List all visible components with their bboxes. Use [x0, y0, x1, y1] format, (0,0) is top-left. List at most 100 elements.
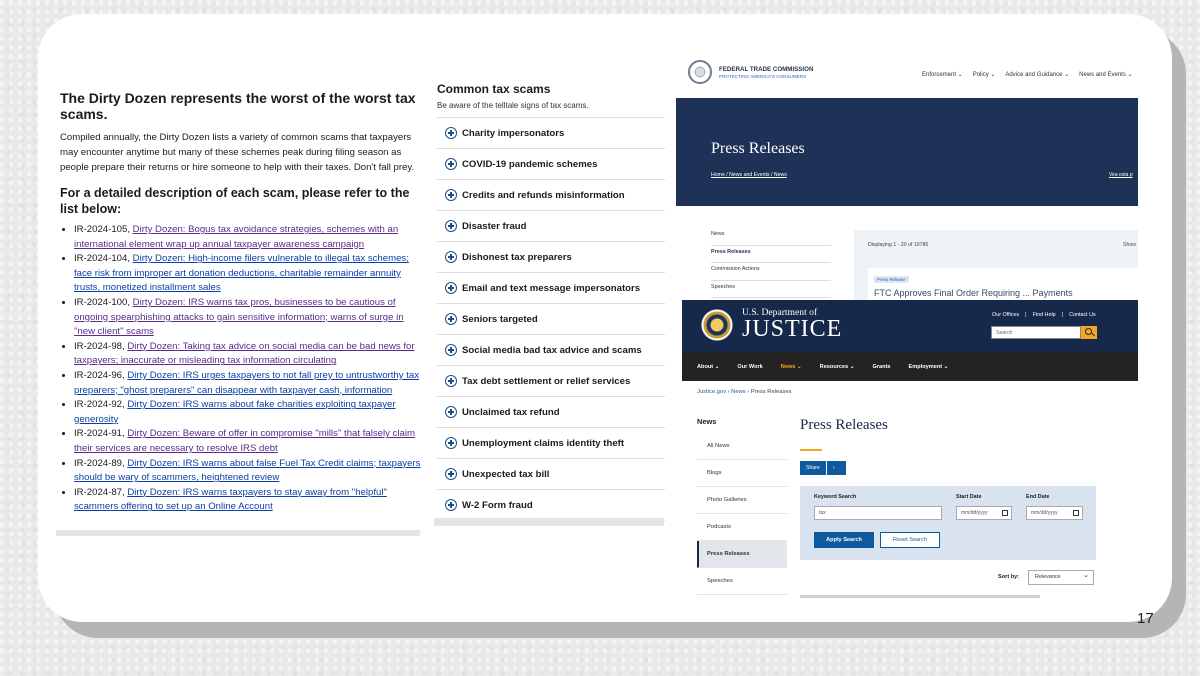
plus-circle-icon — [445, 313, 457, 325]
ftc-sidebar-item[interactable]: Speeches — [711, 281, 831, 298]
doj-sidebar-item[interactable]: Press Releases — [697, 541, 787, 568]
doj-logo-text: JUSTICE — [742, 316, 843, 342]
list-item: IR-2024-104, Dirty Dozen: High-income fi… — [74, 252, 422, 296]
list-item: IR-2024-91, Dirty Dozen: Beware of offer… — [74, 427, 422, 456]
doj-sidebar-item[interactable]: Photo Galleries — [697, 487, 787, 514]
doj-utility-links: Our Offices | Find Help | Contact Us — [992, 312, 1096, 318]
ftc-nav-item[interactable]: News and Events ⌄ — [1079, 71, 1132, 78]
doj-util-separator: | — [1061, 312, 1064, 318]
accordion-item[interactable]: Seniors targeted — [437, 304, 665, 335]
doj-sidebar-item[interactable]: All News — [697, 433, 787, 460]
breadcrumb-home[interactable]: Justice.gov — [697, 389, 726, 395]
accordion-item[interactable]: Unclaimed tax refund — [437, 397, 665, 428]
irs-list: IR-2024-105, Dirty Dozen: Bogus tax avoi… — [60, 223, 422, 515]
plus-circle-icon — [445, 406, 457, 418]
end-date-label: End Date — [1026, 494, 1050, 500]
doj-nav-item[interactable]: Resources ⌄ — [820, 364, 855, 370]
irs-heading: The Dirty Dozen represents the worst of … — [60, 90, 416, 122]
accordion-item[interactable]: Email and text message impersonators — [437, 273, 665, 304]
doj-header: U.S. Department of JUSTICE Our Offices |… — [682, 300, 1138, 352]
scams-title: Common tax scams — [437, 82, 551, 96]
accordion-item[interactable]: W-2 Form fraud — [437, 490, 665, 521]
slide-number: 17 — [1137, 610, 1154, 627]
doj-page-title: Press Releases — [800, 417, 888, 433]
ftc-type-badge: Press Release — [874, 276, 909, 283]
plus-circle-icon — [445, 127, 457, 139]
doj-nav-item[interactable]: News ⌄ — [781, 364, 802, 370]
accordion-item[interactable]: Unexpected tax bill — [437, 459, 665, 490]
doj-nav-item[interactable]: Our Work — [737, 364, 762, 370]
doj-sidebar-item[interactable]: Podcasts — [697, 514, 787, 541]
ftc-sidebar-item[interactable]: Press Releases — [711, 246, 831, 263]
doj-util-link[interactable]: Find Help — [1033, 312, 1056, 318]
doj-search-form: Keyword Search tax Start Date mm/dd/yyyy… — [800, 486, 1096, 560]
accordion-item[interactable]: Credits and refunds misinformation — [437, 180, 665, 211]
doj-sidebar-heading: News — [697, 417, 717, 426]
doj-nav-item[interactable]: Grants — [873, 364, 891, 370]
list-item: IR-2024-96, Dirty Dozen: IRS urges taxpa… — [74, 369, 422, 398]
doj-nav-item[interactable]: Employment ⌄ — [909, 364, 949, 370]
scams-accordion: Charity impersonators COVID-19 pandemic … — [437, 117, 665, 521]
ftc-language-link[interactable]: Vea esta p — [1109, 172, 1133, 178]
end-date-input[interactable]: mm/dd/yyyy — [1026, 506, 1083, 520]
plus-circle-icon — [445, 499, 457, 511]
accordion-item[interactable]: Unemployment claims identity theft — [437, 428, 665, 459]
chevron-right-icon: › — [825, 461, 841, 475]
ftc-result-headline[interactable]: FTC Approves Final Order Requiring ... P… — [874, 288, 1073, 298]
ftc-sidebar: News Press Releases Commission Actions S… — [711, 228, 831, 298]
doj-nav-item[interactable]: About ⌄ — [697, 364, 719, 370]
reset-search-button[interactable]: Reset Search — [880, 532, 940, 548]
keyword-input[interactable]: tax — [814, 506, 942, 520]
apply-search-button[interactable]: Apply Search — [814, 532, 874, 548]
plus-circle-icon — [445, 282, 457, 294]
ftc-nav: Enforcement ⌄ Policy ⌄ Advice and Guidan… — [922, 71, 1133, 78]
doj-sidebar-item[interactable]: Speeches — [697, 568, 787, 595]
doj-util-link[interactable]: Our Offices — [992, 312, 1019, 318]
sort-select[interactable]: Relevance — [1028, 569, 1094, 585]
accordion-item[interactable]: Disaster fraud — [437, 211, 665, 242]
doj-search-input[interactable]: Search — [991, 326, 1081, 339]
ftc-nav-item[interactable]: Advice and Guidance ⌄ — [1005, 71, 1069, 78]
plus-circle-icon — [445, 437, 457, 449]
scams-subtitle: Be aware of the telltale signs of tax sc… — [437, 101, 589, 110]
start-date-input[interactable]: mm/dd/yyyy — [956, 506, 1012, 520]
doj-seal-icon — [698, 306, 736, 344]
accordion-item[interactable]: Social media bad tax advice and scams — [437, 335, 665, 366]
irs-dirty-dozen-panel: The Dirty Dozen represents the worst of … — [60, 90, 422, 515]
sort-label: Sort by: — [998, 574, 1020, 580]
ftc-result-count: Displaying 1 - 20 of 10786 — [868, 242, 929, 248]
ftc-show-label: Show — [1123, 242, 1136, 248]
search-icon[interactable] — [1081, 326, 1097, 339]
calendar-icon — [1073, 510, 1079, 516]
start-date-label: Start Date — [956, 494, 982, 500]
accordion-item[interactable]: Tax debt settlement or relief services — [437, 366, 665, 397]
keyword-label: Keyword Search — [814, 494, 857, 500]
ftc-nav-item[interactable]: Policy ⌄ — [973, 71, 996, 78]
calendar-icon — [1002, 510, 1008, 516]
ftc-sidebar-item[interactable]: News — [711, 228, 831, 246]
list-item: IR-2024-87, Dirty Dozen: IRS warns taxpa… — [74, 486, 422, 515]
list-item: IR-2024-100, Dirty Dozen: IRS warns tax … — [74, 296, 422, 340]
ftc-seal-icon — [688, 60, 712, 84]
accordion-item[interactable]: Charity impersonators — [437, 118, 665, 149]
accordion-item[interactable]: COVID-19 pandemic schemes — [437, 149, 665, 180]
accordion-item[interactable]: Dishonest tax preparers — [437, 242, 665, 273]
plus-circle-icon — [445, 375, 457, 387]
breadcrumb-news[interactable]: News — [731, 389, 746, 395]
ftc-page-title: Press Releases — [711, 140, 805, 157]
ftc-header: FEDERAL TRADE COMMISSION PROTECTING AMER… — [676, 52, 1138, 98]
doj-sidebar-item[interactable]: Blogs — [697, 460, 787, 487]
plus-circle-icon — [445, 189, 457, 201]
doj-util-link[interactable]: Contact Us — [1069, 312, 1096, 318]
common-tax-scams-panel: Common tax scams Be aware of the telltal… — [437, 82, 665, 521]
list-item: IR-2024-105, Dirty Dozen: Bogus tax avoi… — [74, 223, 422, 252]
ftc-nav-item[interactable]: Enforcement ⌄ — [922, 71, 963, 78]
ftc-sidebar-item[interactable]: Commission Actions — [711, 263, 831, 281]
plus-circle-icon — [445, 251, 457, 263]
doj-main-nav: About ⌄ Our Work News ⌄ Resources ⌄ Gran… — [682, 352, 1138, 381]
doj-util-separator: | — [1025, 312, 1027, 318]
ftc-breadcrumb[interactable]: Home / News and Events / News — [711, 172, 787, 178]
irs-intro: Compiled annually, the Dirty Dozen lists… — [60, 132, 415, 173]
doj-breadcrumb: Justice.gov › News › Press Releases — [697, 389, 792, 395]
share-button[interactable]: Share › — [800, 461, 846, 475]
